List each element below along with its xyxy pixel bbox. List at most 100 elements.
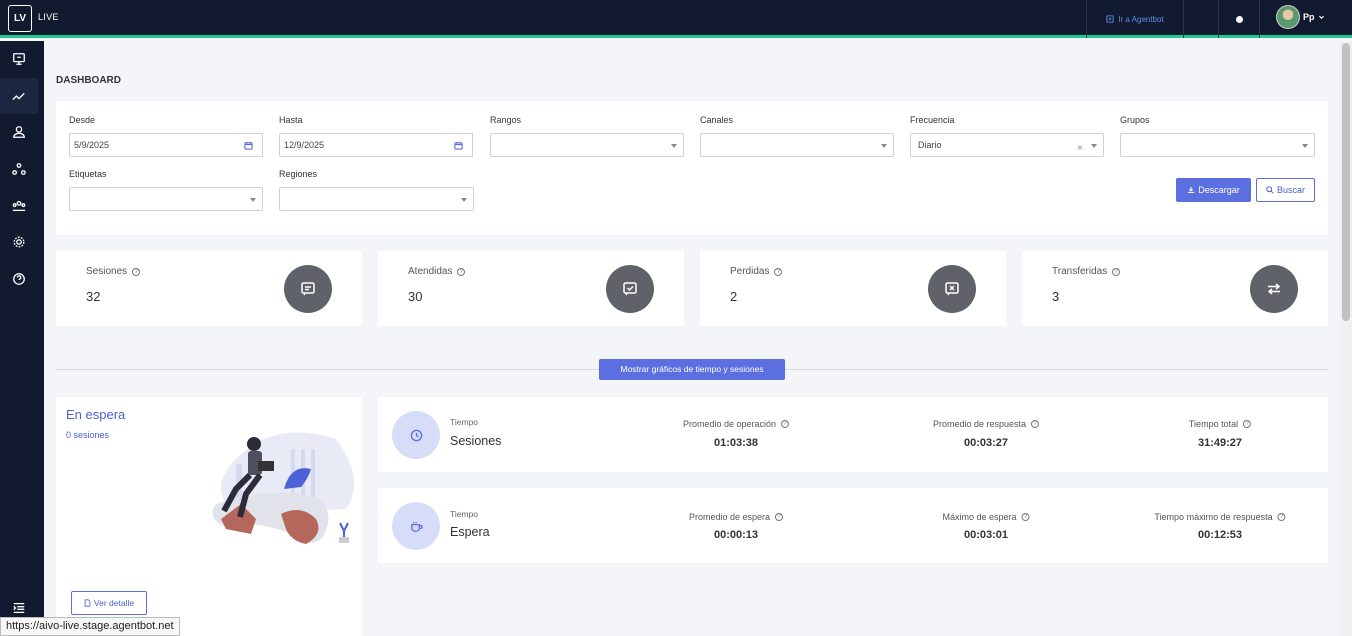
metric-col-label-text: Tiempo máximo de respuesta <box>1154 512 1273 522</box>
chevron-down-icon <box>1091 144 1097 148</box>
show-charts-button[interactable]: Mostrar gráficos de tiempo y sesiones <box>599 359 785 380</box>
user-menu[interactable]: Pp <box>1276 5 1325 29</box>
help-icon[interactable]: ? <box>1243 420 1252 428</box>
monitor-icon <box>13 53 25 65</box>
sidebar <box>0 41 44 636</box>
user-icon <box>13 126 25 138</box>
stat-label-text: Transferidas <box>1052 266 1108 277</box>
sidebar-item-help[interactable] <box>0 261 38 297</box>
rangos-label: Rangos <box>490 115 522 125</box>
grupos-select[interactable] <box>1120 133 1315 157</box>
search-label: Buscar <box>1276 185 1305 195</box>
sidebar-item-settings[interactable] <box>0 224 38 260</box>
scrollbar-thumb[interactable] <box>1342 43 1350 321</box>
metric-big-label: Espera <box>450 525 490 539</box>
sidebar-item-dashboard[interactable] <box>0 78 38 114</box>
page-title: DASHBOARD <box>56 75 121 86</box>
help-icon[interactable]: ? <box>1021 513 1030 521</box>
search-button[interactable]: Buscar <box>1256 178 1315 202</box>
help-icon[interactable]: ? <box>774 267 783 276</box>
metric-col-label: Promedio de respuesta? <box>932 419 1040 429</box>
chevron-down-icon <box>1302 144 1308 148</box>
metric-card-waiting: Tiempo Espera Promedio de espera? 00:00:… <box>378 488 1328 563</box>
metric-col-label-text: Promedio de respuesta <box>932 419 1027 429</box>
help-icon[interactable]: ? <box>132 267 141 276</box>
waiting-card: En espera 0 sesiones Ver detalle <box>56 397 362 636</box>
status-indicator[interactable] <box>1218 0 1260 38</box>
gear-icon <box>13 236 25 248</box>
regiones-label: Regiones <box>279 169 318 179</box>
help-icon[interactable]: ? <box>775 513 784 521</box>
chat-x-icon <box>928 265 976 313</box>
metric-col-value: 01:03:38 <box>713 437 759 449</box>
stat-label: Sesiones? <box>86 266 141 277</box>
metric-col-label: Promedio de espera? <box>688 512 784 522</box>
waiting-title: En espera <box>66 407 126 422</box>
chat-check-icon <box>606 265 654 313</box>
stat-card-atendidas: Atendidas? 30 <box>378 251 684 326</box>
sidebar-item-users[interactable] <box>0 114 38 150</box>
app-name: LIVE <box>38 12 59 22</box>
calendar-icon <box>454 141 463 150</box>
hasta-calendar-button[interactable] <box>445 133 473 157</box>
sidebar-item-teams[interactable] <box>0 188 38 224</box>
chevron-down-icon <box>671 144 677 148</box>
metric-col-value: 00:00:13 <box>713 529 759 541</box>
help-icon[interactable]: ? <box>781 420 790 428</box>
waiting-count: 0 sesiones <box>66 430 110 440</box>
status-dot-icon <box>1235 15 1243 23</box>
metric-col-value: 00:12:53 <box>1197 529 1243 541</box>
help-icon[interactable]: ? <box>1031 420 1040 428</box>
vertical-scrollbar[interactable] <box>1340 41 1352 636</box>
stat-label: Transferidas? <box>1052 266 1121 277</box>
view-detail-button[interactable]: Ver detalle <box>71 591 147 615</box>
hasta-date-input[interactable]: 12/9/2025 <box>279 133 446 157</box>
stat-value: 3 <box>1052 289 1060 304</box>
stat-label-text: Atendidas <box>408 266 453 277</box>
filter-panel: Desde 5/9/2025 Hasta 12/9/2025 Rangos Ca… <box>56 101 1328 235</box>
metric-col-value: 00:03:01 <box>963 529 1009 541</box>
metric-small-label: Tiempo <box>450 417 479 427</box>
metric-col-value: 31:49:27 <box>1197 437 1243 449</box>
hasta-label: Hasta <box>279 115 303 125</box>
frecuencia-label: Frecuencia <box>910 115 955 125</box>
stat-card-perdidas: Perdidas? 2 <box>700 251 1006 326</box>
app-logo[interactable]: LV <box>8 5 32 32</box>
rangos-select[interactable] <box>490 133 684 157</box>
etiquetas-select[interactable] <box>69 187 263 211</box>
calendar-icon <box>244 141 253 150</box>
help-icon[interactable]: ? <box>1112 267 1121 276</box>
stat-label-text: Perdidas <box>730 266 770 277</box>
regiones-select[interactable] <box>279 187 474 211</box>
desde-date-input[interactable]: 5/9/2025 <box>69 133 236 157</box>
help-icon <box>13 273 25 285</box>
help-icon[interactable]: ? <box>1277 513 1286 521</box>
sidebar-item-network[interactable] <box>0 151 38 187</box>
metric-col-label: Máximo de espera? <box>942 512 1030 522</box>
user-initials: Pp <box>1303 12 1315 22</box>
metric-big-label: Sesiones <box>450 434 502 448</box>
stat-value: 30 <box>408 289 423 304</box>
chevron-down-icon <box>1318 15 1324 19</box>
canales-select[interactable] <box>700 133 894 157</box>
grupos-label: Grupos <box>1120 115 1150 125</box>
chart-line-icon <box>12 92 25 100</box>
stat-label: Perdidas? <box>730 266 783 277</box>
clear-icon[interactable]: × <box>1077 138 1083 160</box>
view-detail-label: Ver detalle <box>93 598 135 608</box>
desde-label: Desde <box>69 115 96 125</box>
download-button[interactable]: Descargar <box>1176 178 1251 202</box>
sidebar-item-monitor[interactable] <box>0 41 38 77</box>
transfer-icon <box>1250 265 1298 313</box>
etiquetas-label: Etiquetas <box>69 169 107 179</box>
metric-col-label: Tiempo máximo de respuesta? <box>1154 512 1286 522</box>
help-icon[interactable]: ? <box>457 267 466 276</box>
waiting-illustration <box>212 432 354 544</box>
frecuencia-select[interactable]: Diario × <box>910 133 1104 157</box>
stat-card-sesiones: Sesiones? 32 <box>56 251 362 326</box>
metric-col-label-text: Promedio de operación <box>682 419 777 429</box>
status-bar-url: https://aivo-live.stage.agentbot.net <box>0 617 180 636</box>
desde-calendar-button[interactable] <box>235 133 263 157</box>
metric-col-label-text: Promedio de espera <box>688 512 771 522</box>
agentbot-link[interactable]: Ir a Agentbot <box>1086 0 1184 38</box>
